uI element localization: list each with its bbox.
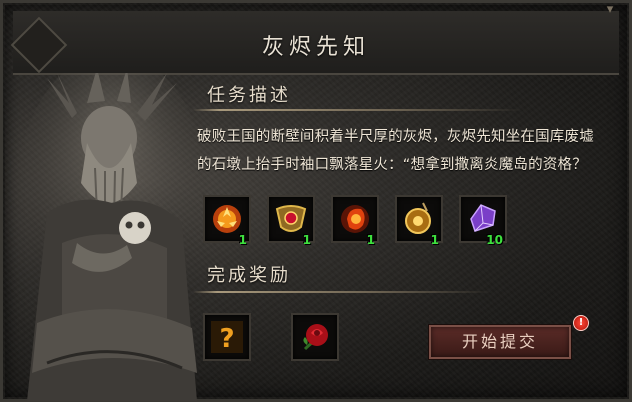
dialog-title: 灰烬先知	[261, 35, 370, 60]
task-section-title: 任务描述	[207, 85, 291, 106]
mystery-question-icon: ?	[211, 321, 243, 354]
svg-text:?: ?	[219, 324, 234, 354]
fire-rune-icon	[213, 205, 241, 233]
item-quantity: 1	[366, 233, 375, 247]
task-divider	[193, 109, 523, 111]
reward-section-title: 完成奖励	[207, 265, 291, 286]
item-quantity: 1	[430, 233, 439, 247]
item-quantity: 1	[302, 233, 311, 247]
reward-divider	[193, 291, 493, 293]
reward-item-slot-1[interactable]: ?	[203, 313, 251, 361]
task-item-slot-3[interactable]: 1	[331, 195, 379, 247]
item-quantity: 10	[486, 233, 503, 247]
alert-badge: !	[573, 315, 589, 331]
item-quantity: 1	[238, 233, 247, 247]
task-item-slot-2[interactable]: 1	[267, 195, 315, 247]
ash-prophet-portrait	[17, 73, 207, 401]
purple-crystal-icon	[470, 204, 496, 232]
description-line-1: 破败王国的断壁间积着半尺厚的灰烬，灰烬先知坐在国库废墟	[197, 129, 594, 145]
start-submit-button[interactable]: 开始提交	[429, 325, 571, 359]
close-icon[interactable]: ▾	[601, 3, 619, 17]
flame-orb-icon	[341, 205, 369, 233]
task-item-slot-4[interactable]: 1	[395, 195, 443, 247]
task-description: 破败王国的断壁间积着半尺厚的灰烬，灰烬先知坐在国库废墟 的石墩上抬手时袖口飘落星…	[197, 123, 627, 179]
description-line-2: 的石墩上抬手时袖口飘落星火：“想拿到撒离炎魔岛的资格？	[197, 157, 587, 173]
task-item-slot-5[interactable]: 10	[459, 195, 507, 247]
golden-amulet-icon	[275, 205, 307, 232]
gold-pendant-icon	[405, 202, 431, 234]
quest-dialog: 灰烬先知 ▾ 任务描述 破败王国的断壁间积着半尺厚的灰烬，灰烬先知坐在国库废墟 …	[0, 0, 632, 402]
reward-item-slot-2[interactable]	[291, 313, 339, 361]
task-item-slot-1[interactable]: 1	[203, 195, 251, 247]
red-rose-icon	[303, 324, 328, 351]
title-bar: 灰烬先知	[10, 11, 619, 75]
